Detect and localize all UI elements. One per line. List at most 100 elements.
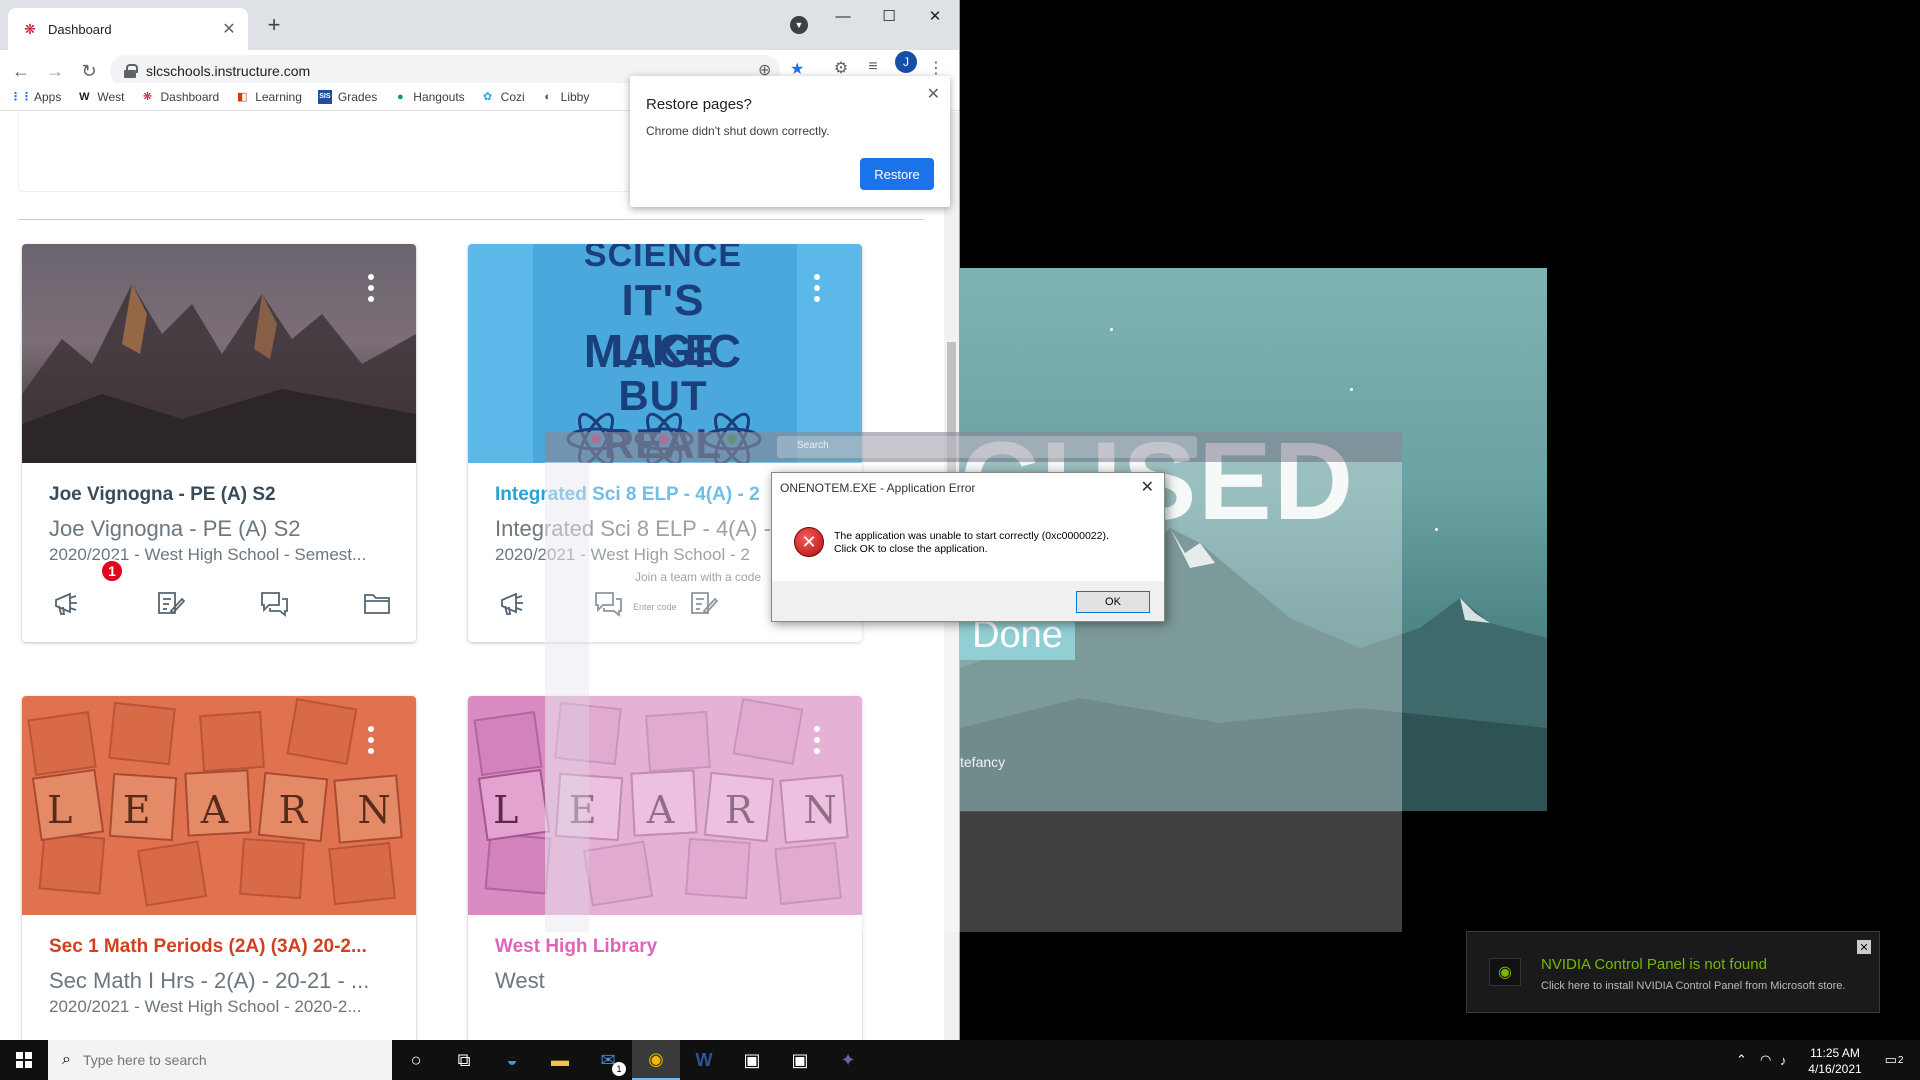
cortana-icon[interactable]: ○ [392, 1040, 440, 1080]
bookmark-cozi[interactable]: ✿ Cozi [481, 90, 525, 104]
url-text: slcschools.instructure.com [146, 63, 311, 79]
system-clock[interactable]: 11:25 AM 4/16/2021 [1790, 1045, 1880, 1077]
card-hero-image: SCIENCE IT'S LIKE MAGIC BUT REAL [468, 244, 862, 467]
clock-time: 11:25 AM [1810, 1046, 1860, 1060]
cozi-icon: ✿ [483, 91, 493, 103]
close-window-button[interactable]: ✕ [912, 0, 958, 32]
volume-icon[interactable]: ♪ [1780, 1040, 1787, 1080]
tab-search-icon[interactable]: ▼ [790, 16, 808, 34]
profile-avatar[interactable]: J [895, 51, 917, 73]
tile-letter: L [493, 788, 519, 832]
ghost-titlebar: Search [545, 432, 1402, 462]
mail-icon[interactable]: ✉ 1 [584, 1040, 632, 1080]
restore-message: Chrome didn't shut down correctly. [646, 124, 830, 138]
announcements-icon[interactable] [52, 589, 82, 617]
west-logo-icon: W [79, 90, 90, 103]
card-title[interactable]: Joe Vignogna - PE (A) S2 [49, 484, 276, 506]
close-icon[interactable]: ✕ [927, 84, 940, 104]
bookmark-label: Dashboard [160, 89, 220, 104]
card-title[interactable]: Sec 1 Math Periods (2A) (3A) 20-2... [49, 936, 367, 958]
card-term: 2020/2021 - West High School - 2020-2... [49, 997, 362, 1016]
office-icon: ◧ [237, 91, 248, 103]
start-button[interactable] [0, 1040, 48, 1080]
notification-count: 2 [1897, 1054, 1904, 1066]
file-explorer-icon[interactable]: ▬ [536, 1040, 584, 1080]
card-title[interactable]: West High Library [495, 936, 657, 958]
announcements-icon[interactable] [498, 589, 528, 617]
application-error-dialog: ONENOTEM.EXE - Application Error ✕ ✕ The… [771, 472, 1165, 622]
ok-button[interactable]: OK [1076, 591, 1150, 613]
taskbar-search[interactable]: ⌕ [48, 1040, 392, 1080]
close-icon[interactable]: ✕ [1141, 477, 1154, 497]
bookmark-dashboard[interactable]: ❋ Dashboard [140, 90, 219, 104]
menu-kebab-icon[interactable]: ⋮ [925, 58, 947, 78]
task-view-icon[interactable]: ⧉ [440, 1040, 488, 1080]
tile-letter: N [357, 788, 391, 832]
card-subtitle: Sec Math I Hrs - 2(A) - 20-21 - ... [49, 968, 370, 993]
tile-letter: A [200, 788, 229, 832]
sis-icon: SIS [317, 89, 332, 104]
bookmark-libby[interactable]: ◐ Libby [541, 89, 590, 104]
card-menu-kebab-icon[interactable] [368, 726, 376, 759]
app-window-icon[interactable]: ▣ [728, 1040, 776, 1080]
close-icon[interactable]: ✕ [1857, 940, 1871, 954]
word-icon[interactable]: W [680, 1040, 728, 1080]
restore-pages-popup: Restore pages? Chrome didn't shut down c… [630, 76, 950, 207]
bookmark-apps[interactable]: ⋮⋮ Apps [10, 90, 61, 104]
ghost-join-text: Join a team with a code [635, 570, 762, 584]
star [1435, 528, 1438, 531]
tray-chevron-icon[interactable]: ⌃ [1736, 1040, 1747, 1080]
network-icon[interactable]: ◠ [1760, 1040, 1771, 1080]
card-menu-kebab-icon[interactable] [368, 274, 376, 307]
card-menu-kebab-icon[interactable] [814, 274, 822, 307]
back-arrow-icon[interactable]: ← [8, 58, 34, 84]
bookmark-label: Learning [255, 89, 302, 104]
bookmark-label: Libby [560, 89, 590, 104]
windows-logo-icon [16, 1052, 32, 1068]
search-icon: ⌕ [62, 1051, 71, 1068]
assignments-icon[interactable] [155, 589, 186, 617]
minimize-button[interactable]: — [820, 0, 866, 32]
card-subtitle: West [495, 968, 545, 993]
bookmark-west[interactable]: W West [77, 90, 124, 104]
media-queue-icon[interactable]: ≡ [862, 58, 884, 76]
card-subtitle: Joe Vignogna - PE (A) S2 [49, 516, 301, 541]
new-tab-button[interactable]: + [262, 12, 286, 38]
lock-icon [124, 64, 138, 78]
chrome-icon[interactable]: ◉ [632, 1040, 680, 1080]
nvidia-notification[interactable]: ◉ NVIDIA Control Panel is not found Clic… [1466, 931, 1880, 1013]
app-window-icon-2[interactable]: ▣ [776, 1040, 824, 1080]
files-folder-icon[interactable] [362, 589, 392, 617]
taskbar-search-input[interactable] [82, 1052, 363, 1068]
extensions-icon[interactable]: ⚙ [830, 58, 852, 78]
restore-button[interactable]: Restore [860, 158, 934, 190]
card-action-icons [52, 589, 392, 617]
bookmark-grades[interactable]: SIS Grades [317, 89, 378, 104]
tab-close-icon[interactable]: ✕ [220, 19, 238, 39]
ghost-dark-region [960, 812, 1402, 932]
notification-message: Click here to install NVIDIA Control Pan… [1541, 980, 1846, 992]
reload-icon[interactable]: ↻ [76, 58, 102, 84]
forward-arrow-icon[interactable]: → [42, 58, 68, 84]
tile-letter: R [278, 788, 308, 832]
tab-strip: ❋ Dashboard ✕ + ▼ — ☐ ✕ [0, 0, 959, 50]
learn-letters: L E A R N [22, 788, 416, 832]
mountain-image [22, 284, 416, 463]
bookmark-hangouts[interactable]: ● Hangouts [393, 89, 465, 104]
bookmark-label: Cozi [500, 89, 525, 104]
canvas-favicon-icon: ❋ [24, 20, 36, 37]
mail-badge: 1 [612, 1062, 626, 1076]
course-card-pe[interactable]: Joe Vignogna - PE (A) S2 Joe Vignogna - … [22, 244, 416, 642]
tab-dashboard[interactable]: ❋ Dashboard ✕ [8, 8, 248, 50]
bookmark-learning[interactable]: ◧ Learning [235, 90, 302, 104]
edge-icon[interactable]: ◒ [488, 1040, 536, 1080]
ghost-code-input: Enter code [633, 602, 677, 612]
bookmark-label: Grades [337, 89, 378, 104]
teams-icon[interactable]: ✦ [824, 1040, 872, 1080]
discussions-icon[interactable] [259, 589, 289, 617]
action-center-icon[interactable]: ▭ 2 [1880, 1040, 1908, 1080]
bookmark-label: Hangouts [413, 89, 465, 104]
restore-title: Restore pages? [646, 96, 752, 113]
maximize-button[interactable]: ☐ [866, 0, 912, 32]
course-card-math[interactable]: L E A R N Sec 1 Math Periods (2A) (3A) 2… [22, 696, 416, 1040]
